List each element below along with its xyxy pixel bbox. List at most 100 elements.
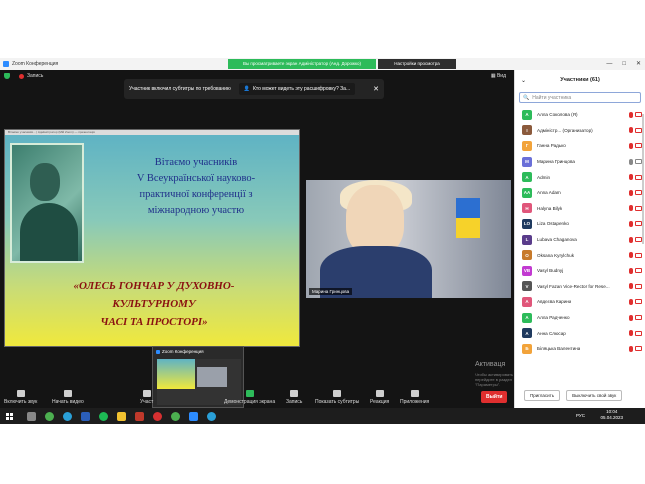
mic-off-icon xyxy=(629,298,633,305)
avatar: A xyxy=(522,109,532,120)
participant-row[interactable]: O Oksana Kyrylchuk xyxy=(515,247,645,263)
participants-icon xyxy=(142,390,151,397)
mic-off-icon xyxy=(629,345,633,352)
window-titlebar: Zoom Конференция Вы просматриваете экран… xyxy=(0,58,645,70)
participant-row[interactable]: LO Liza Ostapenko xyxy=(515,216,645,232)
participant-row[interactable]: Б Біляцька Валентина xyxy=(515,341,645,357)
chrome-icon-2[interactable] xyxy=(171,411,180,421)
participant-name: Марина Гринцова xyxy=(537,159,575,165)
chrome-icon[interactable] xyxy=(45,411,54,421)
close-icon[interactable]: ✕ xyxy=(636,58,641,70)
reactions-button[interactable]: Реакция xyxy=(370,390,389,405)
participant-row[interactable]: A Алла Радченко xyxy=(515,310,645,326)
windows-activation-title: Активаця xyxy=(475,361,506,368)
powerpoint-icon[interactable] xyxy=(135,411,144,421)
record-button[interactable]: Запись xyxy=(286,390,302,405)
avatar: H xyxy=(522,203,532,214)
participants-button[interactable]: Участ xyxy=(140,390,153,405)
greeting-line: Вітаємо учасників xyxy=(154,157,238,168)
panel-buttons: Пригласить Выключить свой звук xyxy=(524,390,623,401)
participant-row[interactable]: Г Ганна Радько xyxy=(515,138,645,154)
mic-off-icon xyxy=(629,236,633,243)
participant-row[interactable]: VB Vasyl Budnyj xyxy=(515,263,645,279)
portrait-body xyxy=(20,203,78,261)
mic-off-icon xyxy=(16,390,25,397)
search-placeholder: Найти участника xyxy=(532,94,572,101)
leave-button[interactable]: Выйти xyxy=(481,391,508,403)
word-icon[interactable] xyxy=(81,411,90,421)
participant-search-input[interactable]: 🔍 Найти участника xyxy=(519,92,641,103)
record-label: Запись xyxy=(286,399,303,405)
window-title: Zoom Конференция xyxy=(12,61,59,67)
participant-list-scrollbar[interactable] xyxy=(642,114,644,244)
participant-row[interactable]: A Анна Слюсар xyxy=(515,325,645,341)
avatar: M xyxy=(522,156,532,167)
maximize-icon[interactable]: □ xyxy=(622,58,626,70)
participant-row[interactable]: M Марина Гринцова xyxy=(515,154,645,170)
participant-name: Алла Радченко xyxy=(537,315,570,321)
caption-notification: Участник включил субтитры по требованию … xyxy=(124,79,384,99)
greeting-line: практичної конференції з xyxy=(139,189,253,200)
camera-off-icon xyxy=(635,346,642,352)
cc-icon xyxy=(333,390,342,397)
show-captions-button[interactable]: Показать субтитры xyxy=(315,390,359,405)
user-icon: 👤 xyxy=(243,86,250,92)
speaker-video[interactable]: Марина Гринцова xyxy=(306,180,511,298)
participant-row[interactable]: A Алла Соколова (Я) xyxy=(515,107,645,123)
camera-icon xyxy=(635,159,642,165)
chevron-down-icon[interactable]: ⌄ xyxy=(521,77,526,84)
close-icon[interactable]: ✕ xyxy=(373,85,379,93)
avatar: VB xyxy=(522,265,532,276)
participant-name: Vasyl Fazan Vice-Rector for Rese... xyxy=(537,283,610,289)
avatar: A xyxy=(522,172,532,183)
participant-name: Liza Ostapenko xyxy=(537,221,569,227)
windows-start-icon[interactable] xyxy=(6,412,13,420)
share-screen-button[interactable]: Демонстрация экрана xyxy=(224,390,275,405)
camera-off-icon xyxy=(635,252,642,258)
participant-row[interactable]: A Авдєєва Карина xyxy=(515,294,645,310)
share-screen-label: Демонстрация экрана xyxy=(224,399,276,405)
view-button[interactable]: ▦ Вид xyxy=(491,73,506,79)
search-icon[interactable] xyxy=(27,411,36,421)
greeting-line: міжнародною участю xyxy=(147,205,245,216)
telegram-icon-2[interactable] xyxy=(207,411,216,421)
avatar: A xyxy=(522,328,532,339)
start-video-button[interactable]: Начать видео xyxy=(52,390,84,405)
participant-row[interactable]: I Адміністр... (Организатор) xyxy=(515,123,645,139)
participant-row[interactable]: A Admin xyxy=(515,169,645,185)
camera-off-icon xyxy=(635,237,642,243)
opera-icon[interactable] xyxy=(153,411,162,421)
participant-row[interactable]: AA Anna Adam xyxy=(515,185,645,201)
avatar: LO xyxy=(522,218,532,229)
telegram-icon[interactable] xyxy=(63,411,72,421)
avatar: AA xyxy=(522,187,532,198)
greeting-line: V Всеукраїнської науково- xyxy=(136,173,256,184)
keyboard-language[interactable]: РУС xyxy=(576,413,585,418)
spotify-icon[interactable] xyxy=(99,411,108,421)
participant-row[interactable]: V Vasyl Fazan Vice-Rector for Rese... xyxy=(515,279,645,295)
participant-name: Анна Слюсар xyxy=(537,330,566,336)
apps-button[interactable]: Приложения xyxy=(400,390,429,405)
invite-button[interactable]: Пригласить xyxy=(524,390,561,401)
meeting-area: Запись ▦ Вид Участник включил субтитры п… xyxy=(0,70,531,408)
minimize-icon[interactable]: — xyxy=(606,58,612,70)
security-shield-icon[interactable] xyxy=(4,73,10,79)
mic-off-icon xyxy=(629,142,633,149)
participant-name: Anna Adam xyxy=(537,190,561,196)
view-options-button[interactable]: Настройки просмотра xyxy=(378,59,456,69)
system-clock[interactable]: 10:04 05.04.2023 xyxy=(600,409,623,421)
unmute-button[interactable]: Включить звук xyxy=(4,390,37,405)
participant-row[interactable]: H Halyna Bilyk xyxy=(515,201,645,217)
start-video-label: Начать видео xyxy=(52,399,84,405)
avatar: Б xyxy=(522,343,532,354)
file-explorer-icon[interactable] xyxy=(117,411,126,421)
participant-row[interactable]: L Lubava Chaganova xyxy=(515,232,645,248)
zoom-taskbar-icon[interactable] xyxy=(189,411,198,421)
reactions-label: Реакция xyxy=(370,399,390,405)
clock-date: 05.04.2023 xyxy=(600,415,623,420)
mic-off-icon xyxy=(629,174,633,181)
mic-off-icon xyxy=(629,283,633,290)
avatar: Г xyxy=(522,140,532,151)
caption-visibility-link[interactable]: 👤 Кто может видеть эту расшифровку? За..… xyxy=(238,83,356,95)
mute-self-button[interactable]: Выключить свой звук xyxy=(566,390,623,401)
